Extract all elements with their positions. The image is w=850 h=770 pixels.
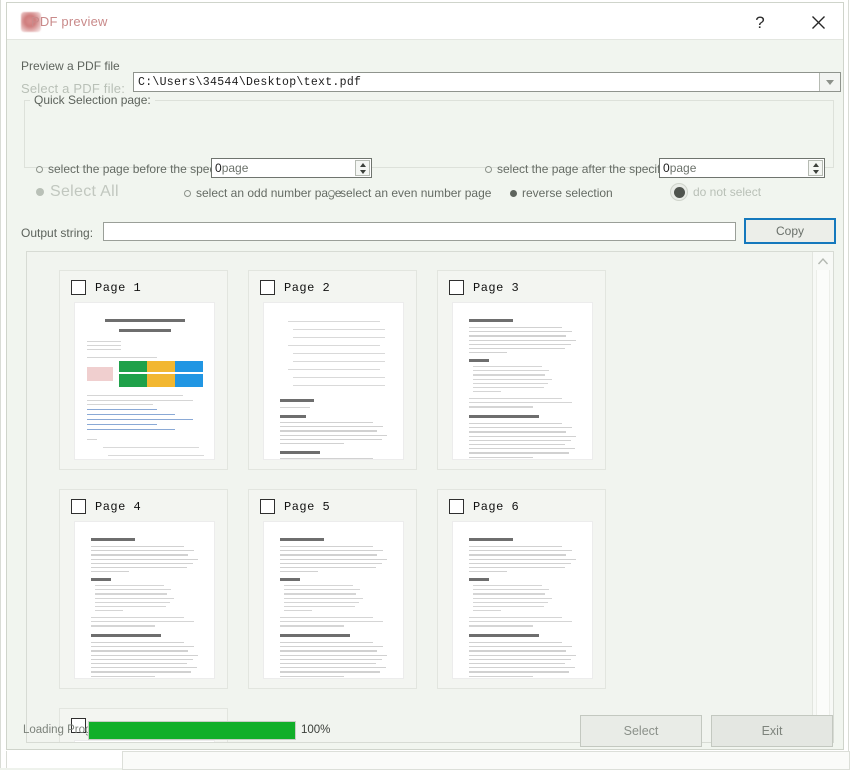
page-thumbnail-image[interactable] [453,303,592,459]
before-page-suffix: page [221,161,249,175]
page-thumbnail-grid: Page 1Page 2Page 3Page 4Page 5Page 6Page… [59,270,804,742]
page-thumbnail-image[interactable] [75,741,214,742]
radio-dot [485,165,492,173]
radio-do-not-select[interactable]: do not select [670,183,761,201]
chevron-up-icon [817,257,829,264]
radio-reverse-selection[interactable]: reverse selection [510,186,613,200]
desktop-window-behind [122,751,850,770]
title-bar: PDF preview ? [7,3,843,40]
page-thumbnail-cell[interactable]: Page 6 [437,489,606,689]
page-checkbox[interactable] [449,499,464,514]
page-checkbox[interactable] [71,499,86,514]
radio-select-before-label: select the page before the specified [48,162,238,176]
page-header: Page 1 [71,280,141,295]
page-thumbnail-cell[interactable]: Page 1 [59,270,228,470]
page-thumbnail-image[interactable] [75,303,214,459]
page-header: Page 3 [449,280,519,295]
page-thumbnail-cell[interactable]: Page 5 [248,489,417,689]
page-label: Page 6 [473,499,520,514]
radio-even-pages-label: select an even number page [340,186,492,200]
before-page-stepper[interactable] [355,160,370,176]
after-page-spinbox[interactable]: 0 page [659,158,825,178]
page-label: Page 2 [284,280,331,295]
radio-odd-pages-label: select an odd number page [196,186,342,200]
page-thumbnail-cell[interactable]: Page 2 [248,270,417,470]
radio-select-after-label: select the page after the specified [497,162,677,176]
screen: PDF preview ? Preview a PDF file Select … [0,0,850,770]
radio-reverse-selection-label: reverse selection [522,186,613,200]
radio-dot-selected [670,183,688,201]
page-header: Page 4 [71,499,141,514]
radio-select-all[interactable]: Select All [36,183,119,201]
radio-select-all-label: Select All [50,183,119,200]
radio-odd-pages[interactable]: select an odd number page [184,186,341,200]
quick-selection-group-title: Quick Selection page: [30,93,155,107]
stepper-up-icon[interactable] [809,161,822,168]
page-header: Page 5 [260,499,330,514]
radio-do-not-select-label: do not select [693,185,762,199]
loading-progress-percent: 100% [301,724,331,736]
after-page-stepper[interactable] [808,160,823,176]
page-thumbnail-image[interactable] [264,522,403,678]
desktop-edge-left [0,0,1,768]
page-label: Page 5 [284,499,331,514]
output-string-label: Output string: [21,226,94,240]
radio-even-pages[interactable]: select an even number page [328,186,491,200]
copy-button[interactable]: Copy [744,218,836,244]
page-label: Page 3 [473,280,520,295]
pdf-preview-window: PDF preview ? Preview a PDF file Select … [6,2,844,750]
pdf-file-path-input[interactable] [134,73,819,91]
chevron-down-icon [826,79,834,85]
after-page-suffix: page [669,161,697,175]
desktop-edge-right [848,0,849,768]
page-thumbnail-image[interactable] [75,522,214,678]
radio-dot [510,189,517,197]
page-label: Page 1 [95,280,142,295]
preview-vertical-scrollbar[interactable] [812,252,833,742]
help-button[interactable]: ? [742,9,778,35]
window-title: PDF preview [31,14,108,29]
page-thumbnail-image[interactable] [264,303,403,459]
pdf-file-dropdown-button[interactable] [819,73,840,91]
radio-select-before[interactable]: select the page before the specified [36,162,237,176]
after-page-value: 0 [663,161,670,175]
radio-select-after[interactable]: select the page after the specified [485,162,676,176]
page-checkbox[interactable] [260,499,275,514]
loading-progress-bar [88,721,296,740]
scroll-up-button[interactable] [813,252,833,270]
page-thumbnail-image[interactable] [453,522,592,678]
preview-heading: Preview a PDF file [21,59,120,73]
pdf-file-combobox[interactable] [133,72,841,92]
page-thumbnail-cell[interactable]: Page 4 [59,489,228,689]
stepper-up-icon[interactable] [356,161,369,168]
radio-dot [328,189,335,197]
stepper-down-icon[interactable] [356,168,369,175]
before-page-spinbox[interactable]: 0 page [211,158,372,178]
close-button[interactable] [800,9,836,35]
close-icon [811,15,825,29]
stepper-down-icon[interactable] [809,168,822,175]
radio-dot [36,165,43,173]
output-string-input[interactable] [103,222,736,241]
exit-button[interactable]: Exit [711,715,833,747]
loading-progress-fill [89,722,295,739]
page-preview-scroll-area: Page 1Page 2Page 3Page 4Page 5Page 6Page… [27,252,812,742]
scrollbar-track[interactable] [816,270,830,724]
radio-dot [184,189,191,197]
radio-dot [36,188,44,196]
page-header: Page 2 [260,280,330,295]
desktop-line-a [6,751,7,768]
question-mark-icon: ? [755,12,765,32]
page-label: Page 4 [95,499,142,514]
page-header: Page 6 [449,499,519,514]
page-checkbox[interactable] [260,280,275,295]
select-button[interactable]: Select [580,715,702,747]
page-thumbnail-cell[interactable]: Page 3 [437,270,606,470]
page-preview-pane: Page 1Page 2Page 3Page 4Page 5Page 6Page… [26,251,834,743]
before-page-value: 0 [215,161,222,175]
dialog-body: Preview a PDF file Select a PDF file: Qu… [8,40,842,749]
page-checkbox[interactable] [449,280,464,295]
page-checkbox[interactable] [71,280,86,295]
